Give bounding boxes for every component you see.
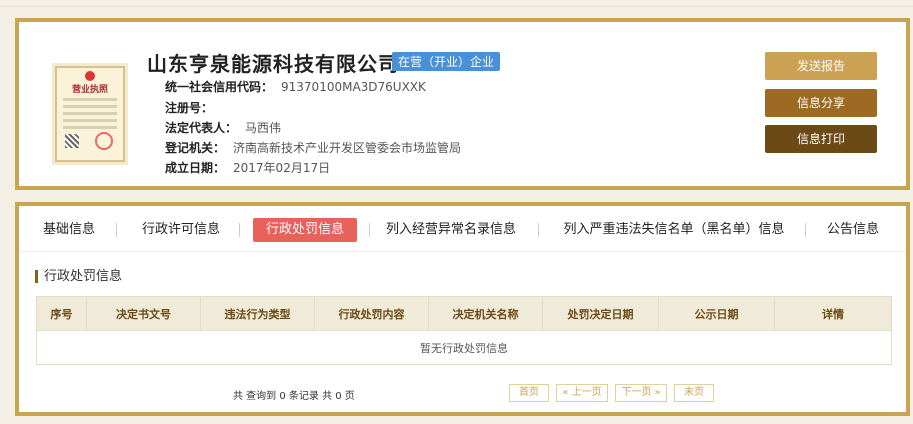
tab-separator bbox=[538, 223, 539, 237]
tab-blacklist[interactable]: 列入严重违法失信名单（黑名单）信息 bbox=[557, 218, 791, 242]
table-row: 暂无行政处罚信息 bbox=[36, 330, 892, 365]
column-header-penalty-content: 行政处罚内容 bbox=[314, 296, 429, 331]
tab-basic-info[interactable]: 基础信息 bbox=[37, 218, 101, 242]
establishment-date-value: 2017年02月17日 bbox=[233, 161, 331, 175]
pagination-summary: 共 查询到 0 条记录 共 0 页 bbox=[233, 391, 355, 402]
company-name: 山东亨泉能源科技有限公司 bbox=[147, 52, 399, 76]
last-page-button[interactable]: 末页 bbox=[674, 384, 714, 402]
tab-separator bbox=[805, 223, 806, 237]
license-title: 营业执照 bbox=[71, 85, 108, 95]
establishment-date-label: 成立日期： bbox=[165, 161, 226, 175]
top-divider bbox=[0, 6, 913, 7]
establishment-date-row: 成立日期： 2017年02月17日 bbox=[165, 159, 330, 176]
credit-code-label: 统一社会信用代码： bbox=[165, 80, 274, 94]
section-title: 行政处罚信息 bbox=[35, 270, 122, 283]
empty-message: 暂无行政处罚信息 bbox=[36, 330, 892, 365]
registration-authority-label: 登记机关： bbox=[165, 141, 226, 155]
column-header-violation-type: 违法行为类型 bbox=[200, 296, 315, 331]
column-header-authority-name: 决定机关名称 bbox=[428, 296, 543, 331]
share-info-button[interactable]: 信息分享 bbox=[765, 89, 877, 117]
company-card: 营业执照 山东亨泉能源科技有限公司 在营（开业）企业 统一社会信用代码： 9137… bbox=[15, 18, 910, 190]
legal-representative-value: 马西伟 bbox=[245, 121, 282, 135]
tab-separator bbox=[116, 223, 117, 237]
license-text-lines bbox=[63, 98, 117, 133]
prev-page-button[interactable]: « 上一页 bbox=[556, 384, 608, 402]
first-page-button[interactable]: 首页 bbox=[509, 384, 549, 402]
tab-separator bbox=[239, 223, 240, 237]
column-header-index: 序号 bbox=[36, 296, 87, 331]
tab-admin-license[interactable]: 行政许可信息 bbox=[135, 218, 227, 242]
qr-code-icon bbox=[65, 134, 79, 148]
registration-number-row: 注册号： bbox=[165, 99, 221, 116]
column-header-decision-date: 处罚决定日期 bbox=[542, 296, 659, 331]
registration-authority-value: 济南高新技术产业开发区管委会市场监管局 bbox=[233, 141, 462, 155]
next-page-button[interactable]: 下一页 » bbox=[615, 384, 667, 402]
column-header-publish-date: 公示日期 bbox=[658, 296, 775, 331]
column-header-details: 详情 bbox=[774, 296, 892, 331]
content-card: 基础信息 行政许可信息 行政处罚信息 列入经营异常名录信息 列入严重违法失信名单… bbox=[15, 202, 910, 416]
seal-icon bbox=[95, 132, 113, 150]
table-header-row: 序号 决定书文号 违法行为类型 行政处罚内容 决定机关名称 处罚决定日期 公示日… bbox=[36, 296, 892, 331]
legal-representative-row: 法定代表人： 马西伟 bbox=[165, 119, 281, 136]
send-report-button[interactable]: 发送报告 bbox=[765, 52, 877, 80]
national-emblem-icon bbox=[85, 71, 95, 81]
tab-abnormal-operation[interactable]: 列入经营异常名录信息 bbox=[383, 218, 519, 242]
tab-admin-penalty[interactable]: 行政处罚信息 bbox=[253, 218, 357, 242]
credit-code-row: 统一社会信用代码： 91370100MA3D76UXXK bbox=[165, 78, 426, 95]
tab-bar: 基础信息 行政许可信息 行政处罚信息 列入经营异常名录信息 列入严重违法失信名单… bbox=[19, 206, 906, 252]
tab-announcements[interactable]: 公告信息 bbox=[821, 218, 885, 242]
status-badge: 在营（开业）企业 bbox=[392, 52, 501, 71]
print-info-button[interactable]: 信息打印 bbox=[765, 125, 877, 153]
business-license-image[interactable]: 营业执照 bbox=[55, 66, 125, 162]
registration-number-label: 注册号： bbox=[165, 101, 214, 115]
legal-representative-label: 法定代表人： bbox=[165, 121, 238, 135]
credit-code-value: 91370100MA3D76UXXK bbox=[281, 80, 426, 94]
penalty-table: 序号 决定书文号 违法行为类型 行政处罚内容 决定机关名称 处罚决定日期 公示日… bbox=[36, 296, 892, 365]
column-header-decision-number: 决定书文号 bbox=[86, 296, 201, 331]
registration-authority-row: 登记机关： 济南高新技术产业开发区管委会市场监管局 bbox=[165, 139, 461, 156]
tab-separator bbox=[369, 223, 370, 237]
